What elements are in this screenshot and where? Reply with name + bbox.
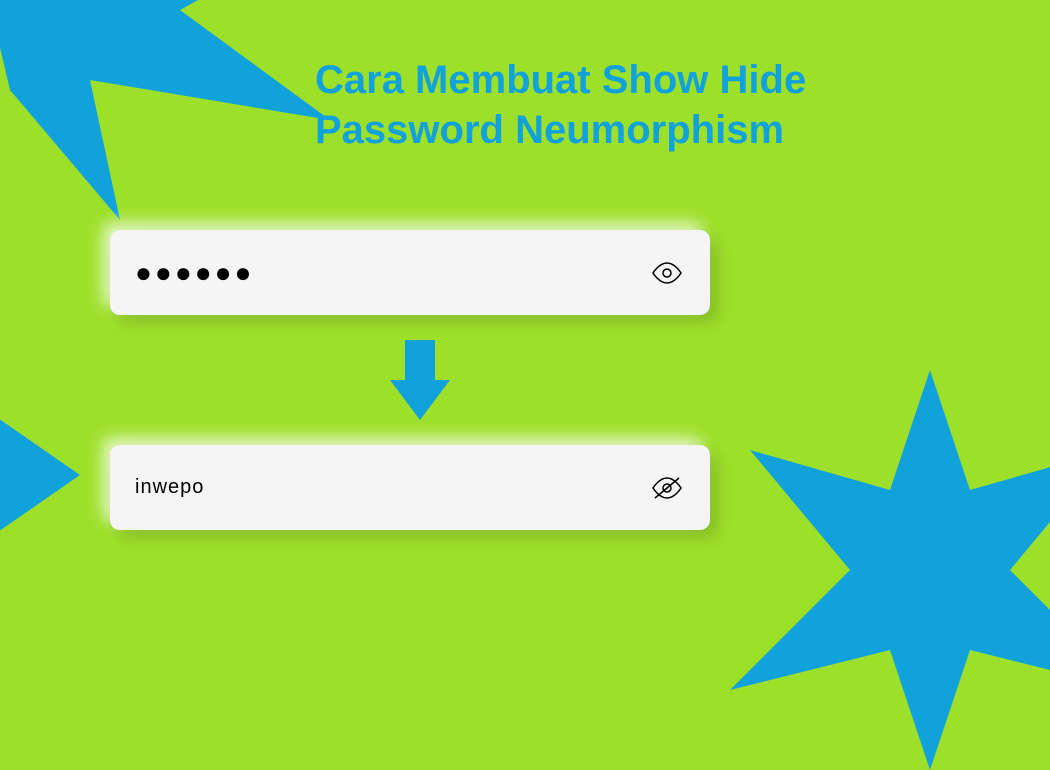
password-input-hidden-container: ●●●●●● [110, 230, 710, 315]
password-input-visible[interactable]: inwepo [135, 476, 649, 499]
title-line-2: Password Neumorphism [315, 105, 806, 155]
decorative-star-bottom-right [730, 370, 1050, 770]
decorative-star-top-left [0, 0, 330, 220]
title-line-1: Cara Membuat Show Hide [315, 55, 806, 105]
password-input-hidden[interactable]: ●●●●●● [135, 257, 254, 289]
arrow-down-icon [380, 330, 460, 430]
eye-icon[interactable] [649, 255, 685, 291]
page-title: Cara Membuat Show Hide Password Neumorph… [315, 55, 806, 155]
eye-slash-icon[interactable] [649, 470, 685, 506]
decorative-triangle-left [0, 350, 100, 600]
password-input-visible-container: inwepo [110, 445, 710, 530]
